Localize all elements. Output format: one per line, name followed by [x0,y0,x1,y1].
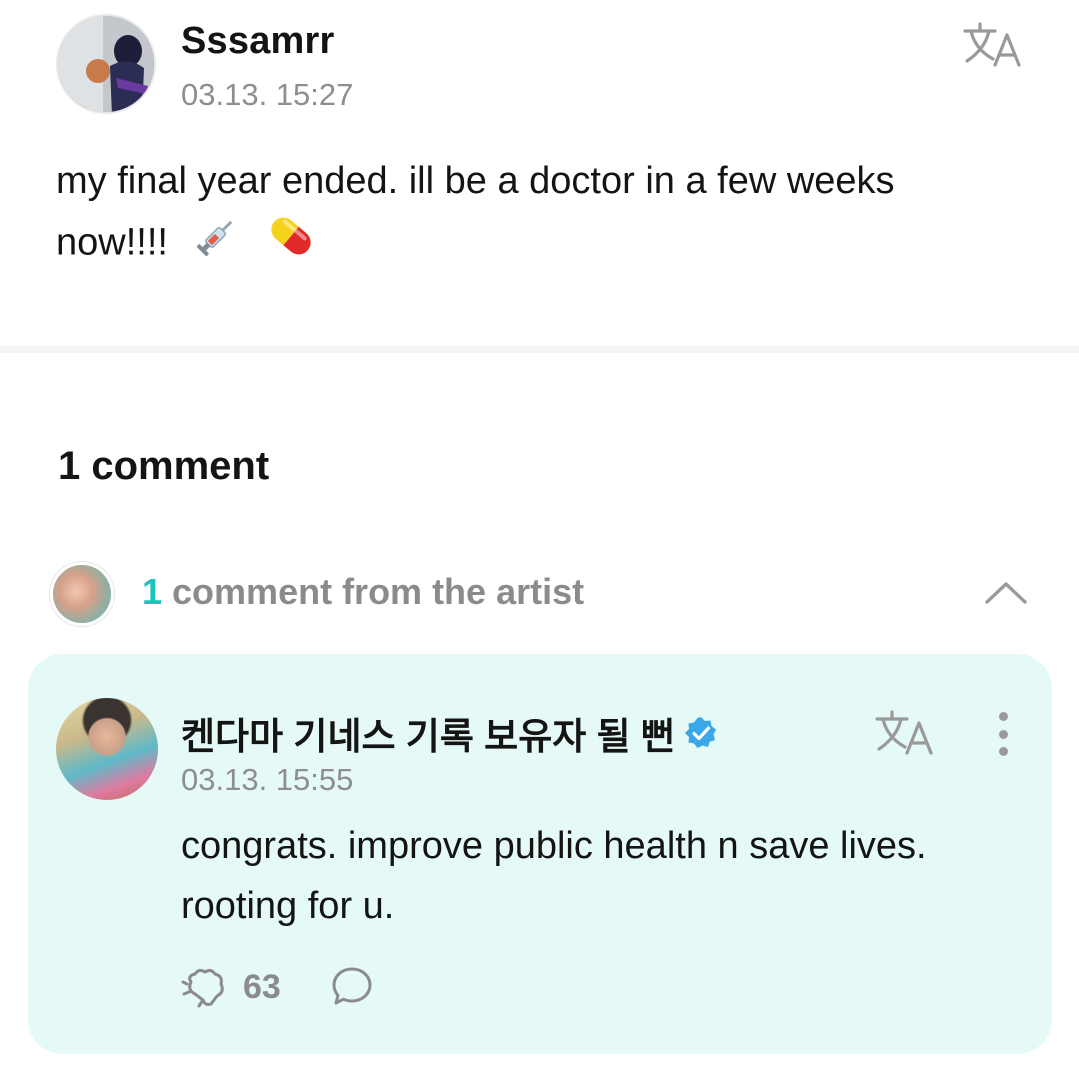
artist-mini-avatar [50,562,114,626]
like-icon [181,968,224,1008]
comment-count: 1 comment [58,444,270,488]
artist-comments-label: 1 comment from the artist [142,571,584,613]
translate-icon [963,22,1021,67]
post-translate-button[interactable] [960,18,1024,70]
reply-button[interactable] [328,962,376,1012]
syringe-emoji [193,212,241,277]
artist-comment-timestamp: 03.13. 15:55 [181,762,354,797]
section-divider [0,346,1079,353]
post-detail-page: Sssamrr 03.13. 15:27 my final year ended… [0,0,1079,1072]
artist-comment-body: congrats. improve public health n save l… [181,825,927,927]
artist-name[interactable]: 켄다마 기네스 기록 보유자 될 뻔 [181,706,719,760]
like-button[interactable]: 63 [181,962,281,1012]
verified-badge-icon [683,715,719,751]
artist-comments-text: comment from the artist [172,571,585,612]
comment-translate-button[interactable] [872,706,936,758]
more-dot [998,729,1008,739]
more-dot [998,747,1008,756]
reply-icon [332,967,372,1005]
pill-emoji [265,210,317,279]
chevron-up-icon[interactable] [980,570,1032,614]
artist-comments-toggle[interactable]: 1 comment from the artist [46,558,1036,630]
post-body-text: my final year ended. ill be a doctor in … [56,160,895,264]
post-body: my final year ended. ill be a doctor in … [56,152,1016,279]
artist-name-text: 켄다마 기네스 기록 보유자 될 뻔 [181,716,675,757]
post-author-avatar[interactable] [56,14,156,114]
avatar-image [58,16,154,112]
post-author-name[interactable]: Sssamrr [181,20,335,63]
post-timestamp: 03.13. 15:27 [181,77,354,112]
like-count: 63 [243,967,281,1006]
artist-avatar[interactable] [56,698,158,800]
more-vertical-icon[interactable] [986,708,1020,760]
translate-icon [875,710,933,755]
more-dot [998,712,1008,721]
artist-comments-count: 1 [142,571,163,612]
